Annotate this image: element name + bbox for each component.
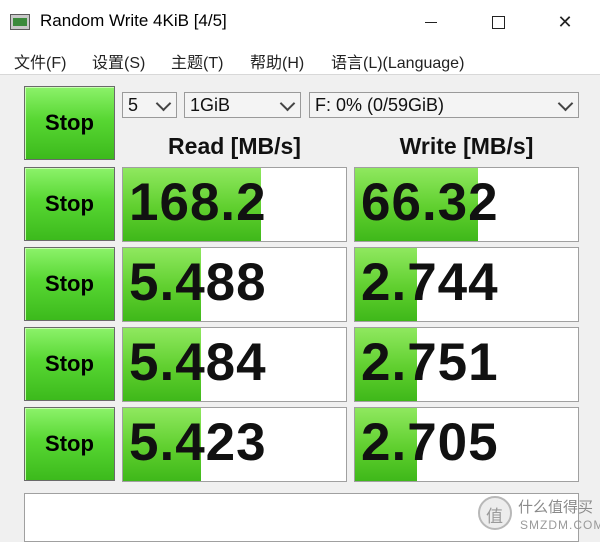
- app-icon: [10, 14, 30, 30]
- drive-select[interactable]: F: 0% (0/59GiB): [309, 92, 579, 118]
- write-value: 66.32: [361, 173, 499, 232]
- read-value: 168.2: [129, 173, 267, 232]
- read-result-cell: 5.488: [122, 247, 347, 322]
- drive-value: F: 0% (0/59GiB): [315, 95, 445, 115]
- write-value: 2.744: [361, 253, 499, 312]
- test-stop-button[interactable]: Stop: [24, 167, 115, 241]
- read-result-cell: 168.2: [122, 167, 347, 242]
- write-result-cell: 2.705: [354, 407, 579, 482]
- size-select[interactable]: 1GiB: [184, 92, 301, 118]
- close-button[interactable]: ✕: [542, 0, 588, 44]
- chevron-down-icon: [279, 96, 295, 112]
- watermark: 什么值得买 SMZDM.COM: [470, 490, 600, 542]
- minimize-icon: [425, 21, 437, 23]
- menu-language[interactable]: 语言(L)(Language): [331, 49, 464, 73]
- test-stop-button[interactable]: Stop: [24, 407, 115, 481]
- minimize-button[interactable]: [408, 0, 454, 44]
- write-value: 2.705: [361, 413, 499, 472]
- write-result-cell: 2.744: [354, 247, 579, 322]
- write-result-cell: 66.32: [354, 167, 579, 242]
- read-header: Read [MB/s]: [168, 133, 301, 159]
- watermark-text: 什么值得买: [518, 499, 594, 516]
- menu-theme[interactable]: 主题(T): [171, 49, 223, 73]
- test-stop-button[interactable]: Stop: [24, 327, 115, 401]
- watermark-domain: SMZDM.COM: [520, 518, 600, 532]
- read-result-cell: 5.484: [122, 327, 347, 402]
- all-stop-button[interactable]: Stop: [24, 86, 115, 160]
- maximize-button[interactable]: [475, 0, 521, 44]
- read-value: 5.423: [129, 413, 267, 472]
- write-result-cell: 2.751: [354, 327, 579, 402]
- count-value: 5: [128, 95, 139, 115]
- read-result-cell: 5.423: [122, 407, 347, 482]
- benchmark-panel: Stop 5 1GiB F: 0% (0/59GiB) Read [MB/s] …: [0, 75, 600, 542]
- read-value: 5.488: [129, 253, 267, 312]
- menu-bar: 文件(F) 设置(S) 主题(T) 帮助(H) 语言(L)(Language): [0, 44, 600, 75]
- chevron-down-icon: [557, 96, 573, 112]
- window-title: Random Write 4KiB [4/5]: [40, 11, 227, 30]
- menu-help[interactable]: 帮助(H): [250, 49, 304, 73]
- write-value: 2.751: [361, 333, 499, 392]
- count-select[interactable]: 5: [122, 92, 177, 118]
- watermark-logo-icon: [478, 496, 512, 530]
- title-bar: Random Write 4KiB [4/5] ✕: [0, 0, 600, 45]
- write-header: Write [MB/s]: [399, 133, 534, 159]
- read-value: 5.484: [129, 333, 267, 392]
- chevron-down-icon: [155, 96, 171, 112]
- test-stop-button[interactable]: Stop: [24, 247, 115, 321]
- menu-settings[interactable]: 设置(S): [92, 49, 145, 73]
- menu-file[interactable]: 文件(F): [14, 49, 66, 73]
- maximize-icon: [491, 15, 505, 29]
- size-value: 1GiB: [190, 95, 231, 115]
- close-icon: ✕: [557, 11, 573, 32]
